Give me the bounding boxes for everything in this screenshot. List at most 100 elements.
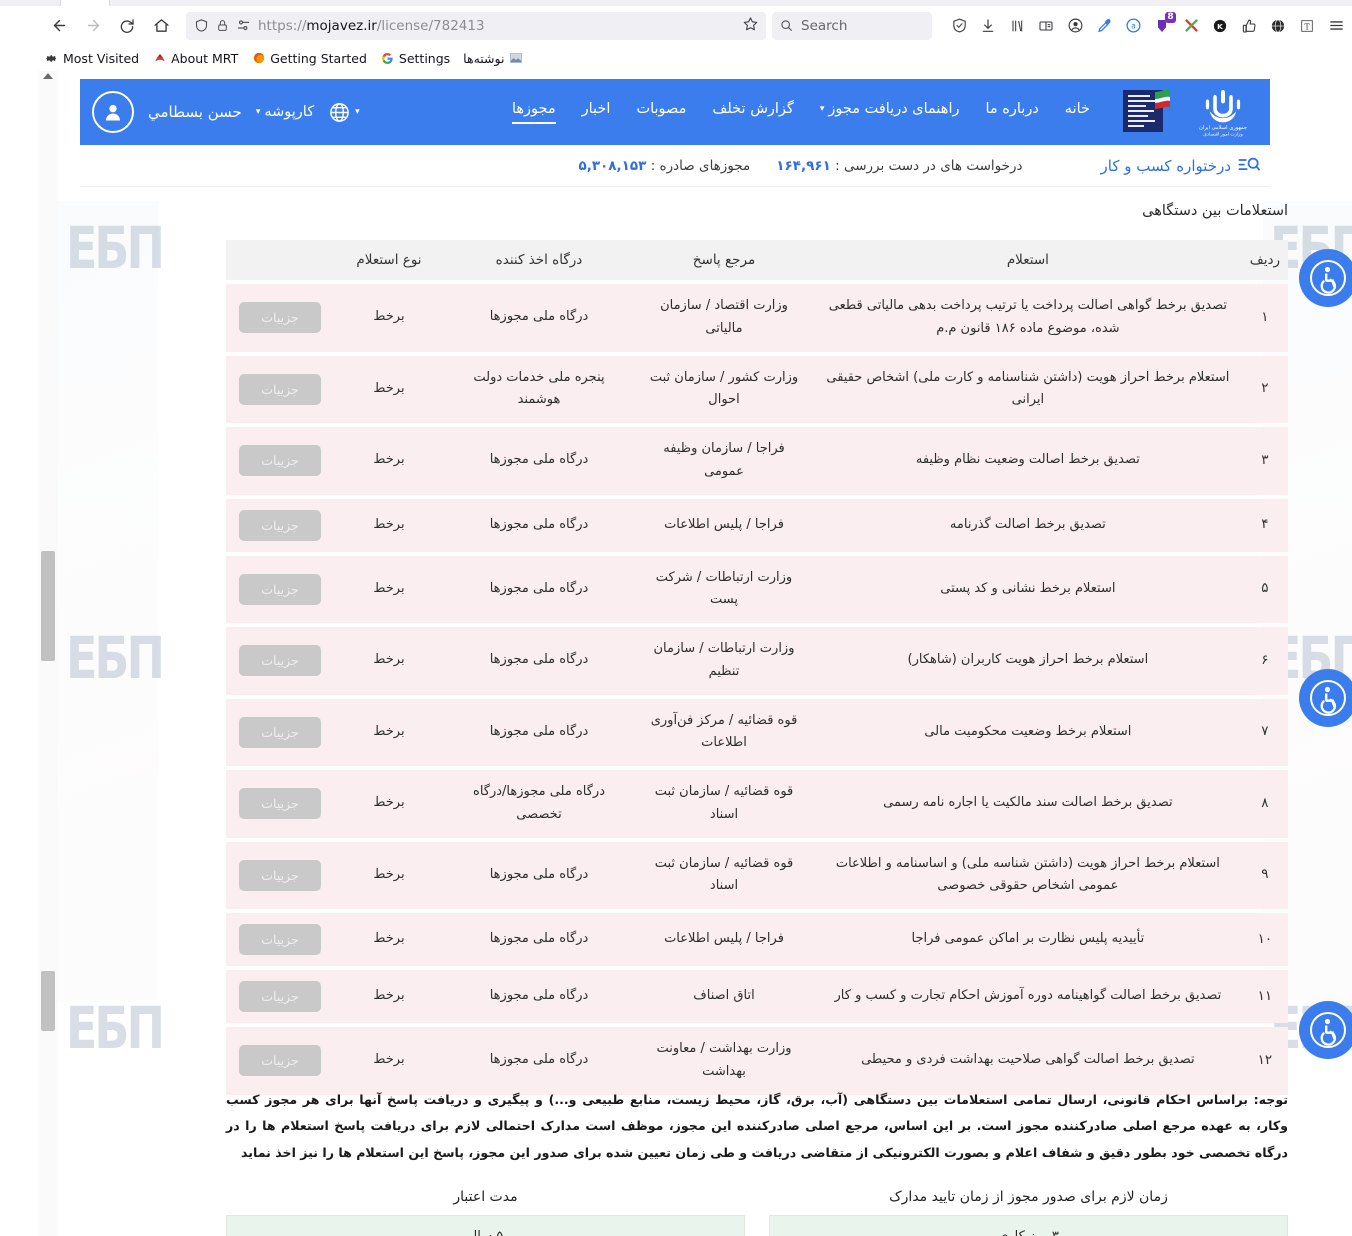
business-tree-link[interactable]: درختواره کسب و کار: [1101, 156, 1261, 175]
nav-item-report-violation[interactable]: گزارش تخلف: [712, 101, 793, 124]
cell-receiving-gate: درگاه ملی مجوزها: [444, 498, 634, 552]
table-row: ۷ استعلام برخط وضعیت محکومیت مالی قوه قضائ…: [226, 698, 1288, 766]
details-button[interactable]: جزییات: [239, 924, 321, 955]
scroll-up-arrow[interactable]: [43, 73, 53, 79]
cell-response-ref: فراجا / پلیس اطلاعات: [634, 498, 814, 552]
cell-inquiry-type: برخط: [334, 498, 444, 552]
page-title: استعلامات بین دستگاهی: [1142, 203, 1288, 219]
bookmark-star-icon[interactable]: [743, 16, 758, 35]
cell-receiving-gate: درگاه ملی مجوزها: [444, 841, 634, 909]
cell-radif: ۱۱: [1241, 970, 1288, 1023]
browser-window: https://mojavez.ir/license/782413 Search: [0, 0, 1352, 1236]
details-button[interactable]: جزییات: [239, 981, 321, 1012]
cell-radif: ۶: [1241, 627, 1288, 695]
reader-view-icon[interactable]: [1033, 13, 1059, 39]
cell-inquiry-type: برخط: [334, 555, 444, 623]
karpoosheh-dropdown[interactable]: کارپوشه▾: [256, 104, 314, 120]
accessibility-button[interactable]: [1299, 669, 1352, 727]
validity-label: مدت اعتبار: [453, 1189, 518, 1205]
details-button[interactable]: جزییات: [239, 302, 321, 334]
accessibility-button[interactable]: [1299, 249, 1352, 307]
kaspersky-icon[interactable]: K: [1207, 13, 1233, 39]
column-header-inquiry: استعلام: [814, 240, 1242, 280]
svg-text:T: T: [1304, 22, 1310, 31]
cell-response-ref: اتاق اصناف: [634, 970, 814, 1023]
details-button[interactable]: جزییات: [239, 645, 321, 677]
language-selector[interactable]: ▾: [328, 101, 364, 124]
chevron-down-icon: ▾: [355, 107, 360, 117]
bookmark-label: Settings: [398, 50, 451, 66]
cell-inquiry: تصدیق برخط اصالت وضعیت نظام وظیفه: [814, 427, 1242, 495]
search-bar[interactable]: Search: [772, 11, 932, 40]
details-button[interactable]: جزییات: [239, 788, 321, 820]
bookmark-getting-started[interactable]: Getting Started: [251, 51, 367, 66]
accessibility-button[interactable]: [1299, 1001, 1352, 1059]
table-row: ۹ استعلام برخط احراز هویت (داشتن شناسه مل…: [226, 841, 1288, 909]
bookmark-label: Most Visited: [63, 50, 140, 66]
eyedropper-icon[interactable]: [1091, 13, 1117, 39]
cell-receiving-gate: درگاه ملی مجوزها: [444, 698, 634, 766]
details-button[interactable]: جزییات: [239, 573, 321, 605]
cell-inquiry-type: برخط: [334, 970, 444, 1023]
nav-item-news[interactable]: اخبار: [582, 101, 611, 124]
details-button[interactable]: جزییات: [239, 859, 321, 891]
pending-requests-stat: درخواست های در دست بررسی : ۱۶۴,۹۶۱: [776, 157, 1023, 174]
details-button[interactable]: جزییات: [239, 373, 321, 405]
details-button[interactable]: جزییات: [239, 716, 321, 748]
cell-inquiry: تصدیق برخط اصالت گذرنامه: [814, 498, 1242, 552]
details-button[interactable]: جزییات: [239, 509, 321, 541]
table-row: ۱ تصدیق برخط گواهی اصالت پرداخت یا ترتیب …: [226, 284, 1288, 352]
column-header-actions: [226, 240, 334, 280]
back-button[interactable]: [44, 11, 74, 41]
library-icon[interactable]: [1004, 13, 1030, 39]
translate-icon[interactable]: T: [1294, 13, 1320, 39]
nav-item-license-guide[interactable]: راهنمای دریافت مجوز▾: [820, 101, 960, 124]
bookmark-about-mrt[interactable]: About MRT: [152, 51, 238, 66]
nav-item-licenses[interactable]: مجوزها: [511, 101, 556, 124]
table-row: ۳ تصدیق برخط اصالت وضعیت نظام وظیفه فراجا …: [226, 427, 1288, 495]
site-logos: جمهوری اسلامی ایران وزارت امور اقتصادی: [1108, 85, 1254, 139]
cell-inquiry: تأییدیه پلیس نظارت بر اماکن عمومی فراجا: [814, 913, 1242, 966]
scrollbar-thumb[interactable]: [41, 551, 55, 661]
extension-badge: 8: [1165, 11, 1176, 23]
details-button[interactable]: جزییات: [239, 445, 321, 477]
purple-extension-icon[interactable]: 8: [1149, 11, 1176, 39]
iran-emblem-logo[interactable]: جمهوری اسلامی ایران وزارت امور اقتصادی: [1192, 85, 1254, 139]
ict-ministry-logo[interactable]: [1108, 85, 1182, 139]
permissions-icon[interactable]: [236, 19, 251, 32]
cell-actions: جزییات: [226, 555, 334, 623]
nav-item-home[interactable]: خانه: [1065, 101, 1090, 124]
bookmark-settings[interactable]: Settings: [380, 51, 450, 66]
background-watermark-left: [58, 201, 158, 1001]
x-extension-icon[interactable]: [1178, 13, 1204, 39]
table-body: ۱ تصدیق برخط گواهی اصالت پرداخت یا ترتیب …: [226, 284, 1288, 1095]
reload-button[interactable]: [112, 11, 142, 41]
cell-inquiry-type: برخط: [334, 284, 444, 352]
url-bar[interactable]: https://mojavez.ir/license/782413: [186, 11, 766, 40]
scrollbar-thumb-secondary[interactable]: [41, 971, 55, 1031]
nav-item-about-us[interactable]: درباره ما: [985, 101, 1038, 124]
account-icon[interactable]: [1062, 13, 1088, 39]
cell-actions: جزییات: [226, 1027, 334, 1095]
home-button[interactable]: [146, 11, 176, 41]
nav-item-approvals[interactable]: مصوبات: [636, 101, 686, 124]
bookmarks-toolbar: Most Visited About MRT Getting Started S…: [0, 45, 1352, 71]
cell-inquiry: تصدیق برخط گواهی اصالت پرداخت یا ترتیب پ…: [814, 284, 1242, 352]
forward-button[interactable]: [78, 11, 108, 41]
shield-icon: [194, 18, 209, 33]
page-scrollbar[interactable]: [38, 71, 58, 1236]
download-icon[interactable]: [975, 13, 1001, 39]
adblock-icon[interactable]: a: [1120, 13, 1146, 39]
table-row: ۵ استعلام برخط نشانی و کد پستی وزارت ارتبا…: [226, 555, 1288, 623]
column-header-radif: ردیف: [1241, 240, 1288, 280]
bookmark-neveshteha[interactable]: نوشته‌ها: [463, 51, 523, 66]
web-archive-icon[interactable]: [1265, 13, 1291, 39]
shield-icon[interactable]: [946, 13, 972, 39]
menu-icon[interactable]: [1323, 13, 1349, 39]
details-button[interactable]: جزییات: [239, 1045, 321, 1077]
user-avatar-icon[interactable]: [92, 91, 134, 133]
header-user-area: ▾ کارپوشه▾ حسن بسطامي: [92, 91, 364, 133]
bookmark-most-visited[interactable]: Most Visited: [44, 51, 139, 66]
thumbs-up-icon[interactable]: [1236, 13, 1262, 39]
browser-navigation-bar: https://mojavez.ir/license/782413 Search: [0, 6, 1352, 45]
